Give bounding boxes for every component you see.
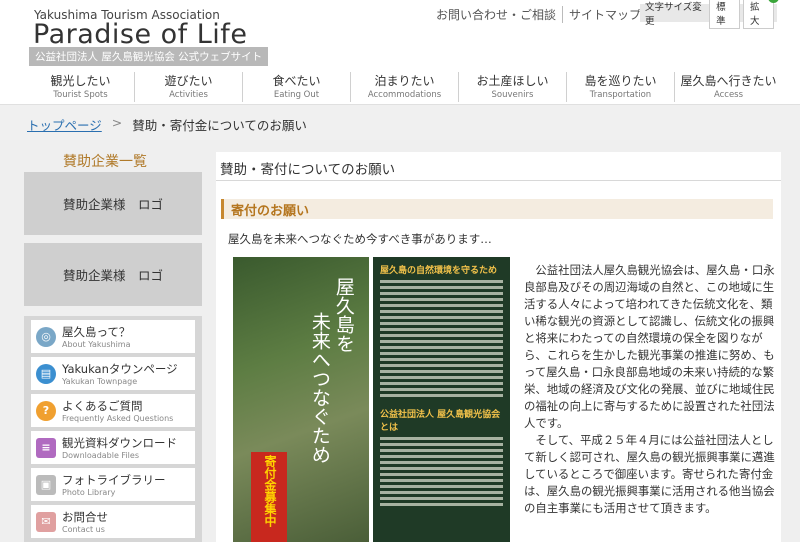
nav-label: 観光したい (50, 74, 111, 88)
side-menu-sublabel: Photo Library (62, 488, 116, 497)
breadcrumb-current: 賛助・寄付金についてのお願い (132, 118, 307, 133)
camera-icon: ▣ (36, 474, 56, 495)
side-menu-townpage[interactable]: ▤ Yakukanタウンページ Yakukan Townpage (31, 357, 195, 390)
global-nav: 観光したい Tourist Spots 遊びたい Activities 食べたい… (27, 72, 782, 102)
side-menu-downloads[interactable]: ≡ 観光資料ダウンロード Downloadable Files (31, 431, 195, 464)
section-heading: 寄付のお願い (221, 199, 773, 219)
nav-label: 泊まりたい (374, 74, 435, 88)
nav-label: 食べたい (272, 74, 321, 88)
poster-heading-1: 屋久島を (332, 277, 355, 353)
breadcrumb-home-link[interactable]: トップページ (27, 115, 102, 134)
body-paragraph-2: そして、平成２５年４月には公益社団法人として新しく認可され、屋久島の観光振興事業… (524, 433, 775, 515)
title-divider (216, 180, 781, 181)
nav-sublabel: Eating Out (273, 90, 320, 100)
side-menu-faq[interactable]: ? よくあるご質問 Frequently Asked Questions (31, 394, 195, 427)
nav-sublabel: Access (713, 90, 744, 100)
side-menu-label: よくあるご質問 (62, 399, 143, 413)
side-menu-sublabel: About Yakushima (62, 340, 131, 349)
side-menu-sublabel: Contact us (62, 525, 105, 534)
site-header: Yakushima Tourism Association Paradise o… (0, 0, 800, 70)
sitemap-link[interactable]: サイトマップ (563, 6, 647, 23)
font-size-switcher: 文字サイズ変更 標準 拡大 + (640, 0, 780, 29)
mail-icon: ✉ (36, 511, 56, 532)
nav-label: お土産ほしい (476, 74, 549, 88)
nav-sublabel: Activities (169, 90, 208, 100)
site-logo[interactable]: Paradise of Life (33, 19, 247, 50)
nav-sublabel: Souvenirs (491, 90, 534, 100)
breadcrumb: トップページ > 賛助・寄付金についてのお願い (0, 104, 800, 140)
nav-label: 屋久島へ行きたい (680, 74, 777, 88)
font-size-large-button[interactable]: 拡大 + (743, 0, 780, 29)
book-icon: ▤ (36, 363, 56, 384)
nav-activities[interactable]: 遊びたい Activities (135, 72, 243, 102)
poster-back-heading-1: 屋久島の自然環境を守るため (380, 266, 498, 276)
side-menu: ◎ 屋久島って？ About Yakushima ▤ Yakukanタウンページ… (24, 316, 202, 542)
poster-front: 屋久島を 未来へつなぐため 寄付金募集中 (233, 257, 369, 542)
donation-poster-image: 屋久島を 未来へつなぐため 寄付金募集中 屋久島の自然環境を守るため 公益社団法… (233, 257, 510, 542)
body-text: 公益社団法人屋久島観光協会は、屋久島・口永良部島及びその周辺海域の自然と、この地… (524, 262, 776, 517)
nav-accommodations[interactable]: 泊まりたい Accommodations (351, 72, 459, 102)
side-menu-sublabel: Yakukan Townpage (62, 377, 138, 386)
side-menu-sublabel: Frequently Asked Questions (62, 414, 174, 423)
font-size-label: 文字サイズ変更 (645, 2, 702, 27)
nav-eating-out[interactable]: 食べたい Eating Out (243, 72, 351, 102)
sponsor-logo-2[interactable]: 賛助企業様 ロゴ (24, 243, 202, 306)
sponsor-logo-1[interactable]: 賛助企業様 ロゴ (24, 172, 202, 235)
side-menu-sublabel: Downloadable Files (62, 451, 139, 460)
poster-back-heading-2: 公益社団法人 屋久島観光協会とは (380, 410, 501, 433)
poster-back: 屋久島の自然環境を守るため 公益社団法人 屋久島観光協会とは (373, 257, 510, 542)
nav-access[interactable]: 屋久島へ行きたい Access (675, 72, 782, 102)
main-content: 賛助・寄付についてのお願い 寄付のお願い 屋久島を未来へつなぐため今すべき事があ… (216, 152, 781, 542)
nav-souvenirs[interactable]: お土産ほしい Souvenirs (459, 72, 567, 102)
plus-icon: + (768, 0, 780, 3)
nav-sublabel: Tourist Spots (53, 90, 108, 100)
breadcrumb-separator: > (111, 115, 123, 130)
question-icon: ? (36, 400, 56, 421)
globe-icon: ◎ (36, 326, 56, 347)
contact-link[interactable]: お問い合わせ・ご相談 (430, 6, 564, 23)
section-heading-text: 寄付のお願い (231, 204, 310, 219)
lead-text: 屋久島を未来へつなぐため今すべき事があります… (228, 232, 492, 246)
body-paragraph-1: 公益社団法人屋久島観光協会は、屋久島・口永良部島及びその周辺海域の自然と、この地… (524, 263, 775, 430)
side-menu-label: 屋久島って？ (62, 325, 131, 339)
document-icon: ≡ (36, 437, 56, 458)
side-menu-photo-library[interactable]: ▣ フォトライブラリー Photo Library (31, 468, 195, 501)
side-menu-contact[interactable]: ✉ お問合せ Contact us (31, 505, 195, 538)
nav-transportation[interactable]: 島を巡りたい Transportation (567, 72, 675, 102)
side-menu-about[interactable]: ◎ 屋久島って？ About Yakushima (31, 320, 195, 353)
logo-subtitle: 公益社団法人 屋久島観光協会 公式ウェブサイト (29, 47, 269, 66)
font-size-normal-button[interactable]: 標準 (709, 0, 741, 29)
poster-heading-2: 未来へつなぐため (308, 312, 331, 464)
nav-sublabel: Accommodations (367, 90, 442, 100)
nav-label: 遊びたい (164, 74, 213, 88)
page-title: 賛助・寄付についてのお願い (220, 162, 396, 178)
poster-donation-badge: 寄付金募集中 (251, 452, 287, 542)
font-size-large-label: 拡大 (750, 2, 760, 27)
side-menu-label: お問合せ (62, 510, 108, 524)
sponsor-list-title: 賛助企業一覧 (63, 154, 147, 170)
nav-tourist-spots[interactable]: 観光したい Tourist Spots (27, 72, 135, 102)
side-menu-label: 観光資料ダウンロード (62, 436, 177, 450)
top-links: お問い合わせ・ご相談 サイトマップ (430, 6, 647, 23)
nav-sublabel: Transportation (589, 90, 652, 100)
side-menu-label: Yakukanタウンページ (62, 362, 178, 376)
side-menu-label: フォトライブラリー (62, 473, 166, 487)
nav-label: 島を巡りたい (584, 74, 657, 88)
